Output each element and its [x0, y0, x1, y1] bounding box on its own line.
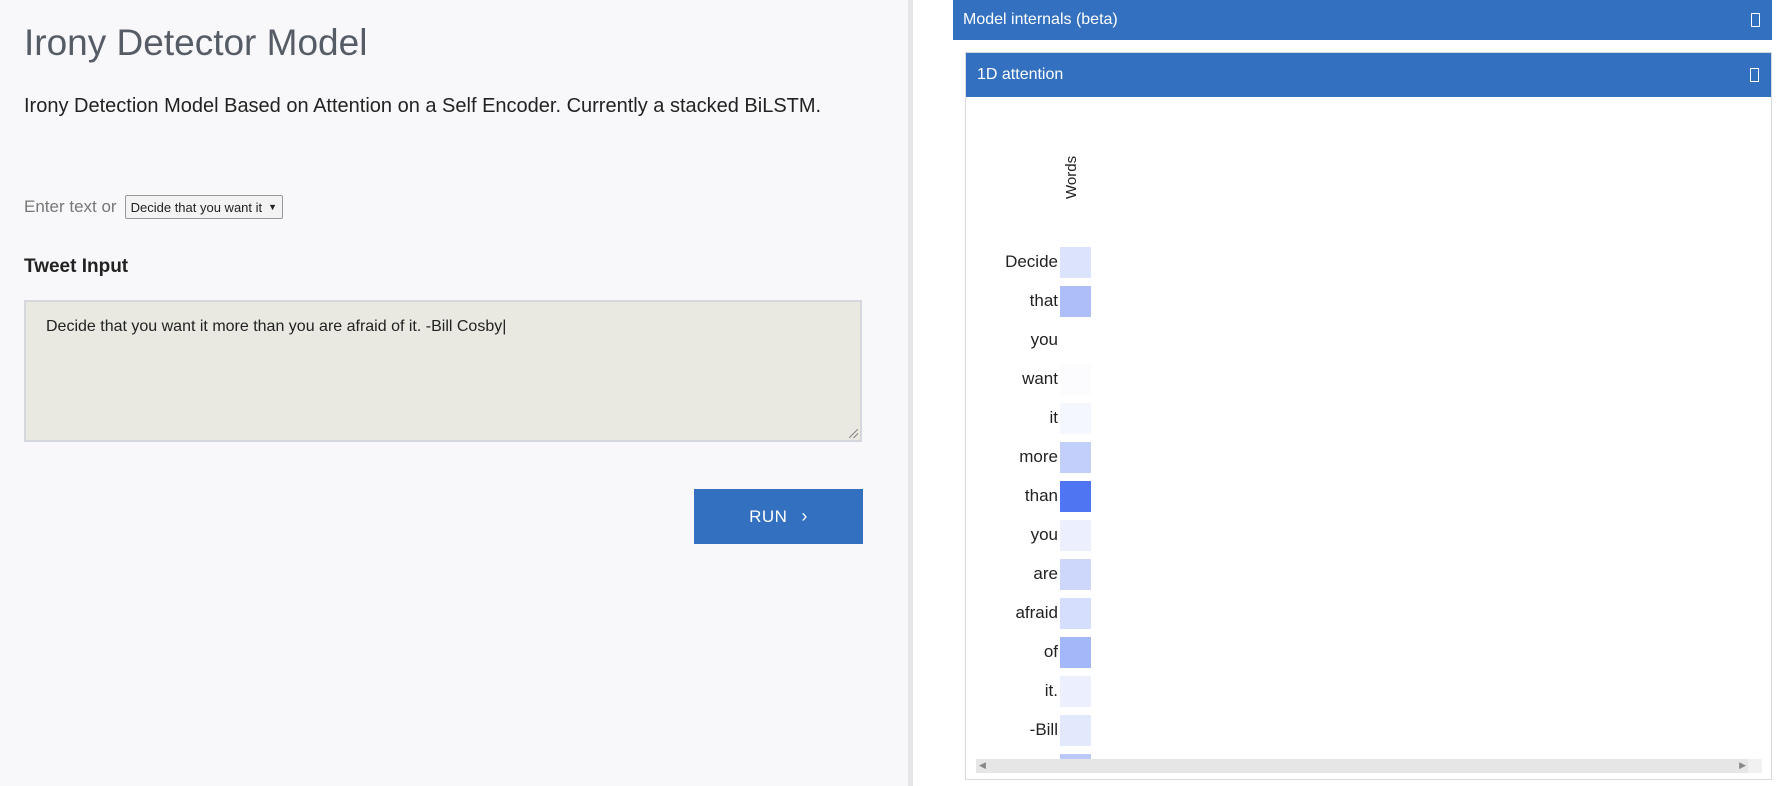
model-description: Irony Detection Model Based on Attention… — [24, 95, 822, 117]
attention-word: it — [1049, 408, 1059, 427]
attention-word: are — [1033, 564, 1058, 583]
example-select[interactable]: Decide that you want it ▼ — [124, 195, 284, 219]
right-pane: Model internals (beta) 1D attention Word… — [913, 0, 1785, 786]
attention-word: want — [1022, 369, 1058, 388]
attention-row: than — [976, 481, 1096, 513]
scroll-right-icon[interactable]: ▶ — [1739, 760, 1746, 771]
resize-handle-icon[interactable] — [849, 429, 858, 438]
horizontal-scrollbar[interactable]: ◀ ▶ — [976, 759, 1762, 773]
attention-row: it. — [976, 676, 1096, 708]
attention-word: Decide — [1005, 252, 1058, 271]
tweet-input-value: Decide that you want it more than you ar… — [46, 318, 507, 335]
attention-cell[interactable] — [1060, 364, 1091, 395]
chevron-right-icon: › — [801, 506, 808, 526]
attention-cell[interactable] — [1060, 598, 1091, 629]
attention-row: want — [976, 364, 1096, 396]
tweet-input-label: Tweet Input — [24, 256, 129, 277]
attention-word: it. — [1044, 681, 1058, 700]
attention-row: Decide — [976, 247, 1096, 279]
attention-word: of — [1043, 642, 1058, 661]
attention-word: you — [1030, 525, 1058, 544]
scrollbar-thumb[interactable] — [976, 759, 1748, 773]
run-button-label: RUN — [749, 506, 788, 526]
attention-word: than — [1024, 486, 1058, 505]
words-axis-label: Words — [1063, 155, 1080, 199]
attention-cell[interactable] — [1060, 286, 1091, 317]
attention-panel: 1D attention Words ▲ ▼ Decidethatyouwant… — [965, 52, 1772, 780]
attention-cell[interactable] — [1060, 520, 1091, 551]
attention-title: 1D attention — [977, 66, 1064, 83]
attention-row: -Bill — [976, 715, 1096, 747]
attention-row: are — [976, 559, 1096, 591]
enter-text-label: Enter text or — [24, 197, 117, 216]
caret-down-icon: ▼ — [268, 202, 278, 212]
tweet-input[interactable]: Decide that you want it more than you ar… — [24, 300, 862, 442]
attention-word: that — [1029, 291, 1058, 310]
attention-word: you — [1030, 330, 1058, 349]
attention-cell[interactable] — [1060, 637, 1091, 668]
attention-cell[interactable] — [1060, 676, 1091, 707]
page-title: Irony Detector Model — [24, 22, 368, 63]
attention-cell[interactable] — [1060, 247, 1091, 278]
attention-row: more — [976, 442, 1096, 474]
attention-cell[interactable] — [1060, 559, 1091, 590]
attention-row: you — [976, 325, 1096, 357]
example-select-value: Decide that you want it — [130, 199, 263, 215]
scroll-left-icon[interactable]: ◀ — [979, 760, 986, 771]
attention-word: more — [1019, 447, 1058, 466]
input-mode-row: Enter text or Decide that you want it ▼ — [24, 195, 284, 219]
collapse-icon[interactable] — [1750, 68, 1759, 82]
attention-cell[interactable] — [1060, 481, 1091, 512]
collapse-icon[interactable] — [1751, 13, 1760, 27]
attention-row: of — [976, 637, 1096, 669]
attention-row: afraid — [976, 598, 1096, 630]
attention-row: you — [976, 520, 1096, 552]
attention-word: -Bill — [1029, 720, 1058, 739]
model-internals-header[interactable]: Model internals (beta) — [953, 0, 1772, 40]
left-pane: Irony Detector Model Irony Detection Mod… — [0, 0, 908, 786]
attention-heatmap: Words ▲ ▼ Decidethatyouwantitmorethanyou… — [976, 111, 1748, 759]
attention-row: that — [976, 286, 1096, 318]
attention-cell[interactable] — [1060, 325, 1091, 356]
attention-row: it — [976, 403, 1096, 435]
attention-cell[interactable] — [1060, 403, 1091, 434]
attention-cell[interactable] — [1060, 442, 1091, 473]
run-button[interactable]: RUN › — [694, 489, 863, 544]
attention-word: afraid — [1015, 603, 1058, 622]
attention-header[interactable]: 1D attention — [966, 53, 1771, 97]
attention-cell[interactable] — [1060, 715, 1091, 746]
model-internals-title: Model internals (beta) — [963, 11, 1118, 28]
